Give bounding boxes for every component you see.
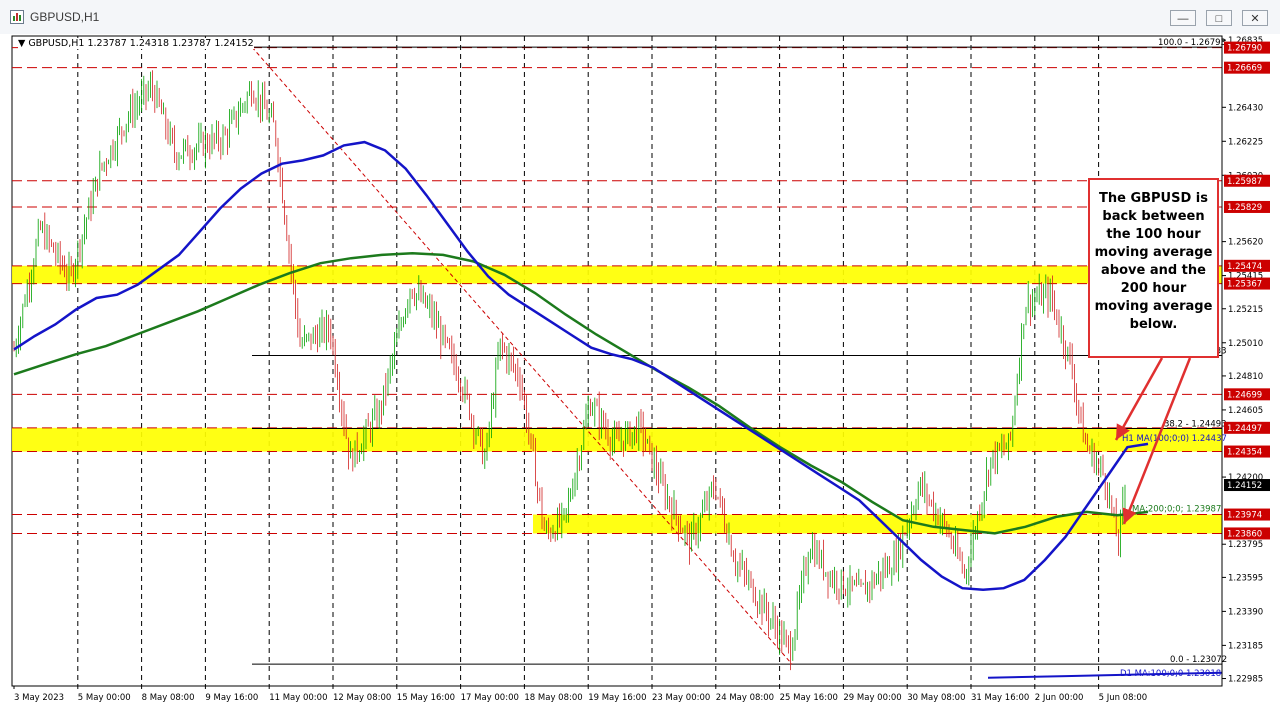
time-tick-label: 29 May 00:00: [843, 693, 901, 703]
window-title: GBPUSD,H1: [30, 10, 100, 24]
annotation-box: The GBPUSD is back between the 100 hour …: [1088, 178, 1219, 358]
price-line-label: 1.23860: [1227, 529, 1262, 539]
current-price-label: 1.24152: [1227, 481, 1262, 491]
price-line-label: 1.25829: [1227, 203, 1262, 213]
price-chart[interactable]: 100.0 - 1.2679350.0 - 1.2493338.2 - 1.24…: [0, 34, 1280, 721]
time-tick-label: 18 May 08:00: [524, 693, 582, 703]
price-line-label: 1.24699: [1227, 390, 1262, 400]
price-line-label: 1.25987: [1227, 177, 1262, 187]
chart-background: [0, 34, 1280, 721]
price-tick-label: 1.26225: [1228, 137, 1263, 147]
time-tick-label: 5 Jun 08:00: [1099, 693, 1148, 703]
price-tick-label: 1.25215: [1228, 305, 1263, 315]
title-bar: GBPUSD,H1 — □ ✕: [0, 0, 1280, 35]
price-line-label: 1.24354: [1227, 448, 1262, 458]
time-tick-label: 17 May 00:00: [461, 693, 519, 703]
price-tick-label: 1.25620: [1228, 238, 1263, 248]
price-line-label: 1.25367: [1227, 280, 1262, 290]
price-line-label: 1.23974: [1227, 511, 1262, 521]
time-tick-label: 31 May 16:00: [971, 693, 1029, 703]
time-tick-label: 3 May 2023: [14, 693, 64, 703]
price-tick-label: 1.24810: [1228, 372, 1263, 382]
fib-label-0: 0.0 - 1.23072: [1170, 655, 1227, 665]
ma100-daily-label: D1 MA:100;0;0 1.23018: [1120, 669, 1221, 679]
fib-label-100: 100.0 - 1.26793: [1158, 38, 1226, 48]
support-resistance-zone: [12, 265, 1222, 284]
price-tick-label: 1.23795: [1228, 540, 1263, 550]
time-tick-label: 9 May 16:00: [205, 693, 258, 703]
time-tick-label: 30 May 08:00: [907, 693, 965, 703]
time-tick-label: 19 May 16:00: [588, 693, 646, 703]
close-button[interactable]: ✕: [1242, 10, 1268, 26]
time-tick-label: 2 Jun 00:00: [1035, 693, 1084, 703]
ma200-label: MA:200;0;0; 1.23987: [1132, 504, 1221, 514]
price-tick-label: 1.25010: [1228, 339, 1263, 349]
price-line-label: 1.26669: [1227, 64, 1262, 74]
price-tick-label: 1.23595: [1228, 573, 1263, 583]
time-tick-label: 11 May 00:00: [269, 693, 327, 703]
chart-window-icon: [10, 10, 24, 24]
maximize-button[interactable]: □: [1206, 10, 1232, 26]
price-tick-label: 1.23390: [1228, 607, 1263, 617]
price-line-label: 1.25474: [1227, 262, 1262, 272]
ma100-label: H1 MA(100;0;0) 1.24437: [1122, 434, 1227, 444]
time-tick-label: 23 May 00:00: [652, 693, 710, 703]
time-tick-label: 24 May 08:00: [716, 693, 774, 703]
time-tick-label: 12 May 08:00: [333, 693, 391, 703]
fib-label-38: 38.2 - 1.24493: [1164, 419, 1227, 429]
time-tick-label: 25 May 16:00: [780, 693, 838, 703]
time-tick-label: 15 May 16:00: [397, 693, 455, 703]
price-tick-label: 1.22985: [1228, 675, 1263, 685]
price-tick-label: 1.24605: [1228, 406, 1263, 416]
ohlc-readout: ▼ GBPUSD,H1 1.23787 1.24318 1.23787 1.24…: [18, 38, 254, 49]
price-line-label: 1.26790: [1227, 44, 1262, 54]
price-line-label: 1.24497: [1227, 424, 1262, 434]
time-tick-label: 8 May 08:00: [142, 693, 195, 703]
minimize-button[interactable]: —: [1170, 10, 1196, 26]
price-tick-label: 1.26430: [1228, 103, 1263, 113]
price-tick-label: 1.23185: [1228, 641, 1263, 651]
time-tick-label: 5 May 00:00: [78, 693, 131, 703]
chart-window: GBPUSD,H1 — □ ✕ 100.0 - 1.2679350.0 - 1.…: [0, 0, 1280, 721]
